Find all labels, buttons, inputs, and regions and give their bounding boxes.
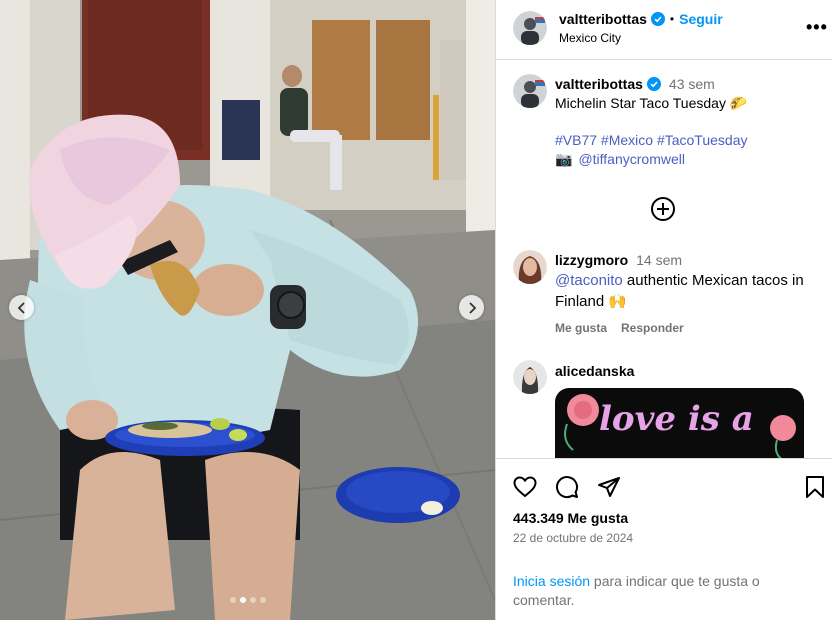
caption-header: valtteribottas 43 sem (555, 76, 715, 92)
author-avatar[interactable] (513, 11, 547, 45)
comment-avatar[interactable] (513, 250, 547, 284)
caption-text: Michelin Star Taco Tuesday 🌮 (555, 94, 747, 113)
comment-username[interactable]: lizzygmoro (555, 252, 628, 268)
login-link[interactable]: Inicia sesión (513, 573, 590, 589)
sticker-text: love is a (599, 399, 754, 439)
more-options-icon[interactable]: ••• (806, 17, 828, 38)
post-photo[interactable] (0, 0, 495, 620)
follow-button[interactable]: Seguir (679, 11, 723, 27)
raised-hands-emoji: 🙌 (608, 293, 628, 310)
verified-badge-icon (650, 12, 665, 26)
comment-username[interactable]: alicedanska (555, 363, 634, 379)
comment-reply-button[interactable]: Responder (621, 321, 684, 335)
comments-list[interactable]: valtteribottas 43 sem Michelin Star Taco… (496, 60, 832, 458)
plus-circle-icon[interactable] (650, 196, 676, 222)
comment-mention[interactable]: @taconito (555, 272, 623, 289)
carousel-indicator (0, 597, 495, 603)
heart-icon[interactable] (513, 476, 537, 498)
comment-icon[interactable] (555, 475, 579, 499)
post-date[interactable]: 22 de octubre de 2024 (513, 531, 633, 545)
caption-username[interactable]: valtteribottas (555, 76, 643, 92)
comment-sticker-image: love is a (555, 388, 804, 458)
photo-credit: 📷 @tiffanycromwell (555, 150, 685, 169)
caption-avatar[interactable] (513, 74, 547, 108)
login-prompt: Inicia sesión para indicar que te gusta … (513, 572, 803, 610)
next-slide-button[interactable] (459, 295, 484, 320)
post-side-panel: valtteribottas • Seguir Mexico City ••• … (495, 0, 832, 620)
camera-emoji: 📷 (555, 151, 573, 167)
comment-header: lizzygmoro 14 sem (555, 252, 682, 268)
share-icon[interactable] (597, 475, 621, 499)
carousel-dot (259, 597, 266, 603)
comment-text: @taconito authentic Mexican tacos in Fin… (555, 270, 825, 312)
location-link[interactable]: Mexico City (559, 31, 621, 45)
photo-scene (0, 0, 495, 620)
carousel-dot (239, 597, 246, 603)
comment-like-button[interactable]: Me gusta (555, 321, 607, 335)
carousel-dot (229, 597, 236, 603)
credit-mention[interactable]: @tiffanycromwell (578, 150, 685, 169)
chevron-left-icon (17, 301, 25, 314)
author-username[interactable]: valtteribottas (559, 11, 647, 27)
comment-time[interactable]: 14 sem (636, 252, 682, 268)
caption-hashtags[interactable]: #VB77 #Mexico #TacoTuesday (555, 131, 747, 150)
chevron-right-icon (468, 301, 476, 314)
separator-dot: • (669, 12, 675, 26)
comment-actions: Me gusta Responder (555, 321, 684, 335)
carousel-dot (249, 597, 256, 603)
caption-body: Michelin Star Taco Tuesday (555, 95, 726, 111)
caption-time[interactable]: 43 sem (669, 76, 715, 92)
post-header: valtteribottas • Seguir Mexico City ••• (496, 0, 832, 60)
post-actions: 443.349 Me gusta 22 de octubre de 2024 I… (496, 458, 832, 620)
like-count[interactable]: 443.349 Me gusta (513, 510, 628, 526)
verified-badge-icon (646, 77, 661, 91)
previous-slide-button[interactable] (9, 295, 34, 320)
bookmark-icon[interactable] (805, 475, 825, 499)
comment-avatar[interactable] (513, 360, 547, 394)
taco-emoji: 🌮 (729, 95, 748, 111)
author-line: valtteribottas • Seguir (559, 11, 723, 27)
